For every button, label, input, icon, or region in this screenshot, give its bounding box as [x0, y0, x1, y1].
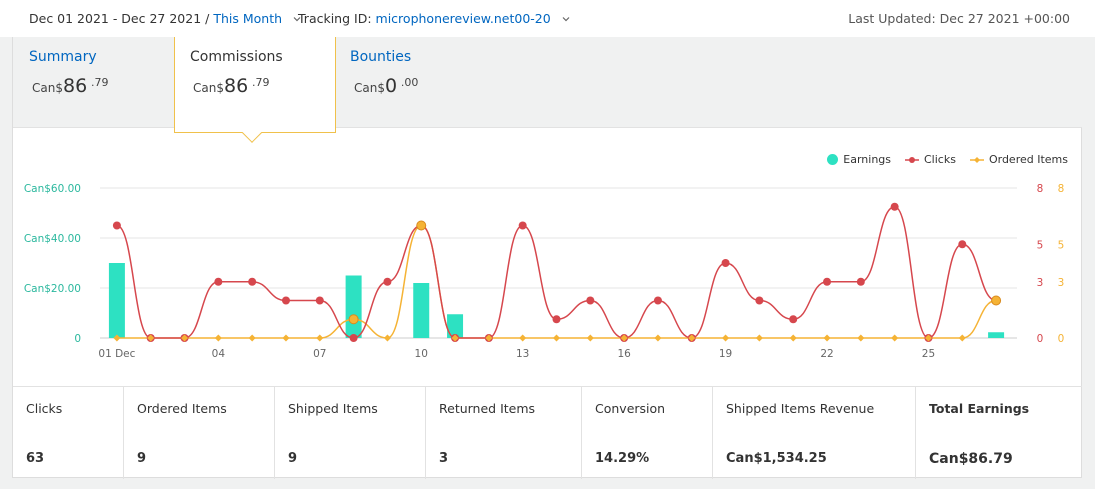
ordered-items-point — [722, 334, 730, 342]
ordered-items-point — [586, 334, 594, 342]
clicks-point — [823, 277, 832, 286]
ordered-items-point — [316, 334, 324, 342]
ordered-items-point — [553, 334, 560, 342]
earnings-swatch-icon — [827, 154, 839, 165]
tab-bounties-amount: Can$0 .00 — [354, 75, 419, 97]
ordered-items-point — [891, 334, 899, 342]
ordered-items-point — [857, 334, 865, 342]
tab-summary-amount: Can$86 .79 — [32, 75, 109, 97]
tab-commissions[interactable]: Commissions Can$86 .79 — [174, 37, 336, 133]
ordered-items-point — [348, 314, 359, 325]
y-tick-label-ordered: 8 — [1058, 183, 1065, 195]
x-tick-label: 22 — [820, 348, 833, 360]
stat-shipped-items: Shipped Items 9 — [275, 387, 426, 479]
clicks-point — [856, 277, 865, 286]
last-updated-text: Last Updated: Dec 27 2021 +00:00 — [848, 11, 1070, 26]
y-tick-label-clicks: 0 — [1037, 333, 1044, 345]
ordered-items-point — [416, 220, 427, 231]
clicks-point — [552, 315, 561, 324]
ordered-items-point — [214, 334, 222, 342]
clicks-point — [349, 334, 358, 342]
ordered-items-point — [958, 334, 966, 342]
tab-bounties-label[interactable]: Bounties — [350, 49, 411, 65]
earnings-bar — [988, 332, 1005, 338]
tab-summary-label[interactable]: Summary — [29, 49, 97, 65]
y-tick-label-ordered: 3 — [1058, 277, 1065, 289]
x-tick-label: 10 — [415, 348, 428, 360]
stat-returned-items: Returned Items 3 — [426, 387, 582, 479]
tab-commissions-label[interactable]: Commissions — [190, 49, 283, 65]
ordered-items-point — [823, 334, 831, 342]
y-tick-label-left: Can$40.00 — [24, 233, 81, 245]
clicks-point — [789, 315, 798, 324]
tab-bounties[interactable]: Bounties Can$0 .00 — [336, 37, 486, 128]
x-tick-label: 01 Dec — [98, 348, 135, 360]
report-tabs: Summary Can$86 .79 Commissions Can$86 .7… — [13, 37, 1082, 133]
period-link[interactable]: This Month — [213, 11, 282, 26]
y-tick-label-clicks: 8 — [1037, 183, 1044, 195]
x-tick-label: 13 — [516, 348, 529, 360]
stat-ordered-items: Ordered Items 9 — [124, 387, 275, 479]
y-tick-label-left: Can$60.00 — [24, 183, 81, 195]
ordered-items-point — [248, 334, 256, 342]
clicks-point — [315, 296, 324, 305]
earnings-chart: 0 Can$20.00 Can$40.00 Can$60.00 0 0 3 3 5 5 8 8 01 D… — [13, 129, 1082, 387]
earnings-report-card: Summary Can$86 .79 Commissions Can$86 .7… — [12, 37, 1082, 479]
x-tick-label: 19 — [719, 348, 732, 360]
clicks-point — [281, 296, 290, 305]
tab-commissions-amount: Can$86 .79 — [193, 75, 270, 97]
stat-conversion: Conversion 14.29% — [582, 387, 713, 479]
clicks-point — [958, 240, 967, 249]
legend-earnings[interactable]: Earnings — [827, 153, 891, 166]
tracking-id-selector[interactable]: Tracking ID: microphonereview.net00-20 — [298, 11, 571, 26]
earnings-bar — [108, 263, 125, 338]
stat-shipped-revenue: Shipped Items Revenue Can$1,534.25 — [713, 387, 916, 479]
tab-summary[interactable]: Summary Can$86 .79 — [13, 37, 173, 128]
clicks-point — [214, 277, 223, 286]
y-tick-label-left: Can$20.00 — [24, 283, 81, 295]
clicks-point — [653, 296, 662, 305]
y-tick-label-clicks: 5 — [1037, 239, 1044, 251]
earnings-bar — [413, 283, 430, 338]
header-bar: Dec 01 2021 - Dec 27 2021 / This Month T… — [0, 0, 1095, 37]
y-tick-label-clicks: 3 — [1037, 277, 1044, 289]
tracking-id-value[interactable]: microphonereview.net00-20 — [376, 11, 551, 26]
x-tick-label: 25 — [922, 348, 935, 360]
clicks-point — [383, 277, 392, 286]
x-tick-label: 04 — [212, 348, 226, 360]
clicks-point — [248, 277, 257, 286]
ordered-items-point — [789, 334, 797, 342]
y-tick-label-ordered: 5 — [1058, 239, 1065, 251]
y-tick-label-left: 0 — [74, 333, 81, 345]
ordered-items-point — [519, 334, 527, 342]
stat-clicks: Clicks 63 — [13, 387, 124, 479]
clicks-point — [586, 296, 595, 305]
x-tick-label: 16 — [617, 348, 631, 360]
ordered-items-point — [654, 334, 662, 342]
clicks-point — [755, 296, 764, 305]
chevron-down-icon[interactable] — [561, 14, 571, 24]
clicks-point — [518, 221, 527, 230]
tracking-label: Tracking ID: — [298, 11, 372, 26]
chart-legend: Earnings Clicks Ordered Items — [827, 153, 1068, 166]
date-range-text: Dec 01 2021 - Dec 27 2021 / — [29, 11, 210, 26]
legend-ordered-items[interactable]: Ordered Items — [969, 153, 1068, 166]
stat-total-earnings: Total Earnings Can$86.79 — [929, 401, 1030, 467]
clicks-point — [721, 259, 730, 267]
summary-stats: Clicks 63 Ordered Items 9 Shipped Items 9 R… — [13, 386, 1082, 479]
ordered-swatch-icon — [969, 156, 984, 163]
ordered-items-point — [282, 334, 290, 342]
earnings-bar — [345, 275, 362, 338]
clicks-point — [112, 221, 121, 230]
date-range-selector[interactable]: Dec 01 2021 - Dec 27 2021 / This Month — [29, 11, 302, 26]
ordered-items-point — [755, 334, 763, 342]
x-tick-label: 07 — [313, 348, 326, 360]
clicks-point — [890, 202, 899, 211]
chart-svg: 0 Can$20.00 Can$40.00 Can$60.00 0 0 3 3 5 5 8 8 01 D… — [24, 183, 1065, 360]
ordered-items-point — [991, 295, 1002, 306]
ordered-items-point — [383, 334, 391, 342]
legend-clicks[interactable]: Clicks — [905, 153, 956, 166]
clicks-swatch-icon — [905, 156, 919, 163]
y-tick-label-ordered: 0 — [1058, 333, 1065, 345]
